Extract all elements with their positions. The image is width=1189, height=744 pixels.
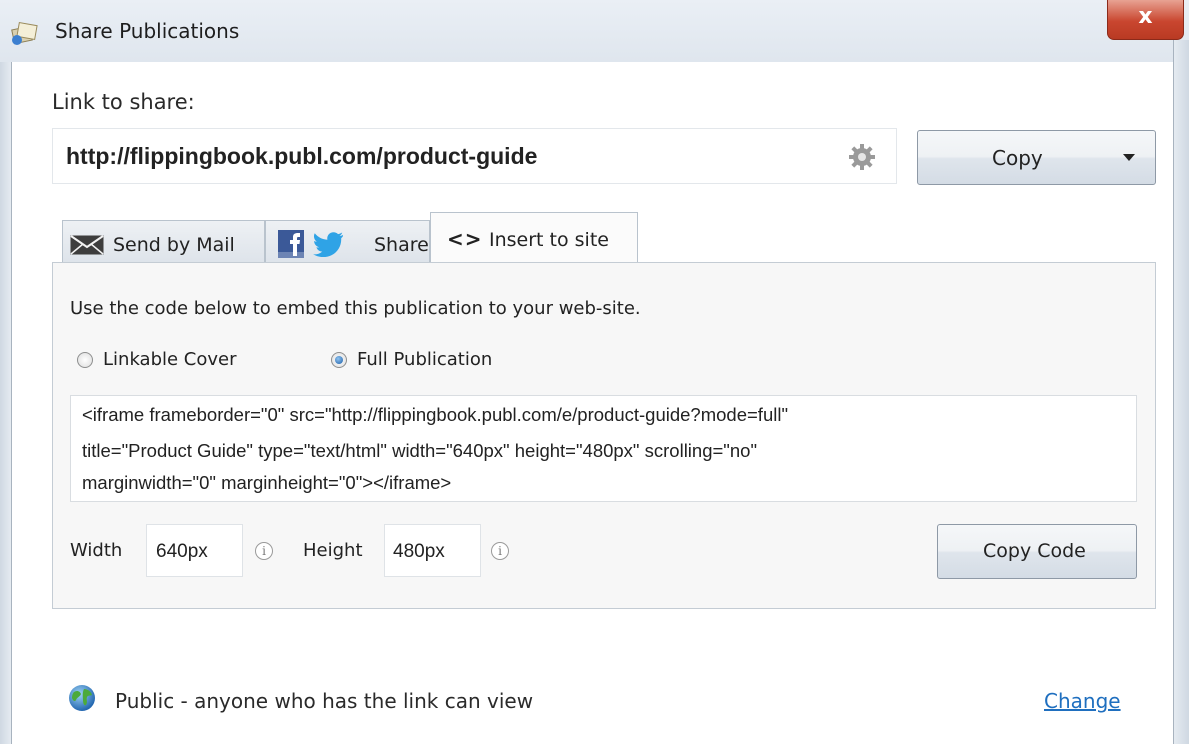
copy-code-label: Copy Code [983,540,1086,562]
embed-code-line: title="Product Guide" type="text/html" w… [82,440,758,461]
embed-code-line: <iframe frameborder="0" src="http://flip… [82,404,789,425]
radio-label-linkable-cover[interactable]: Linkable Cover [103,349,237,370]
close-button[interactable]: x [1107,0,1184,40]
radio-label-full-publication[interactable]: Full Publication [357,349,492,370]
globe-icon [68,684,96,712]
app-icon [10,18,40,46]
link-url[interactable]: http://flippingbook.publ.com/product-gui… [66,143,537,170]
width-label: Width [70,540,123,561]
change-access-link[interactable]: Change [1044,689,1121,713]
height-label: Height [303,540,363,561]
gear-icon[interactable] [847,142,877,172]
embed-code-line: marginwidth="0" marginheight="0"></ifram… [82,472,452,493]
width-info-icon[interactable]: i [255,542,273,560]
copy-code-button[interactable]: Copy Code [937,524,1137,579]
window-frame-right[interactable] [1173,40,1189,744]
envelope-icon [70,235,104,260]
radio-linkable-cover[interactable] [77,352,93,368]
tab-label: Insert to site [489,229,609,251]
facebook-icon [278,230,304,263]
height-info-icon[interactable]: i [491,542,509,560]
tab-insert-to-site[interactable]: <> Insert to site [430,212,638,265]
window-frame-left [0,62,12,744]
link-label: Link to share: [52,90,195,114]
code-brackets-icon: <> [447,227,483,251]
window-title: Share Publications [55,19,240,43]
tab-label: Send by Mail [113,234,235,256]
tab-label: Share [374,234,429,256]
radio-full-publication[interactable] [331,352,347,368]
tab-send-by-mail[interactable]: Send by Mail [62,220,265,264]
height-value[interactable]: 480px [393,541,445,563]
copy-button-label: Copy [992,146,1043,170]
copy-link-button[interactable]: Copy [917,130,1156,185]
embed-instruction: Use the code below to embed this publica… [70,298,641,319]
width-value[interactable]: 640px [156,541,208,563]
dropdown-arrow-icon[interactable] [1123,154,1135,161]
tab-share[interactable]: Share [265,220,430,264]
twitter-icon [312,231,344,262]
access-description: Public - anyone who has the link can vie… [115,689,534,713]
